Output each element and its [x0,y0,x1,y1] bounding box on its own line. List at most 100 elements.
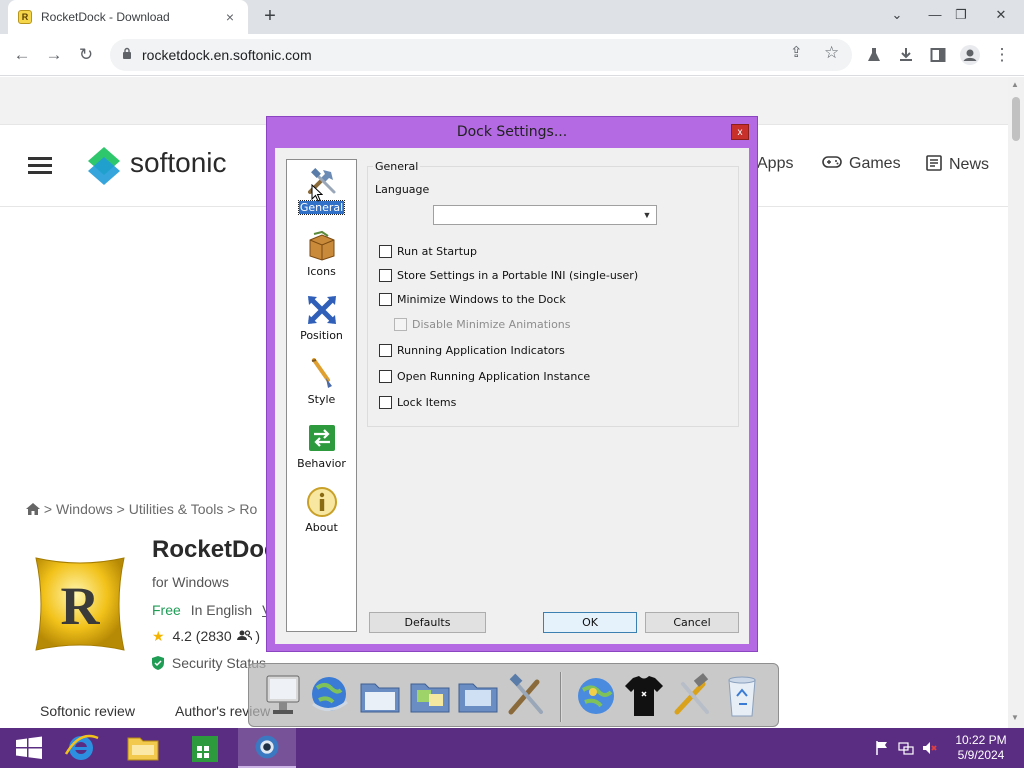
ok-button[interactable]: OK [543,612,637,633]
network-icon[interactable] [898,740,914,756]
breadcrumb: > Windows > Utilities & Tools > Ro [26,501,257,517]
new-tab-button[interactable]: + [258,5,282,29]
breadcrumb-separator: > [227,501,236,517]
nav-behavior-label: Behavior [297,457,346,470]
checkbox-box[interactable] [379,395,392,409]
start-icon[interactable] [0,728,58,768]
settings-nav-panel: General Icons Position Style Behavior Ab… [286,159,357,632]
browser-tab[interactable]: R RocketDock - Download × [8,0,248,34]
bookmark-star-icon[interactable]: ☆ [824,43,839,63]
app-rating[interactable]: ★ 4.2 (2830 ) [152,628,260,645]
folder-icon[interactable] [455,672,501,720]
license-free: Free [152,602,181,618]
scrollbar-thumb[interactable] [1012,97,1020,141]
nav-games[interactable]: Games [822,155,901,173]
rocketdock-taskbar-icon[interactable] [238,728,296,768]
open-running-instance-checkbox[interactable]: Open Running Application Instance [379,369,590,383]
nav-position[interactable]: Position [287,290,356,350]
checkbox-box[interactable] [379,292,392,306]
cancel-button[interactable]: Cancel [645,612,739,633]
defaults-button[interactable]: Defaults [369,612,486,633]
nav-apps[interactable]: Apps [757,155,793,173]
tshirt-icon[interactable] [621,672,667,720]
volume-muted-icon[interactable] [922,740,938,756]
download-icon[interactable] [893,42,919,68]
internet-explorer-icon[interactable] [52,728,110,768]
breadcrumb-utilities[interactable]: Utilities & Tools [129,501,224,517]
nav-icons[interactable]: Icons [287,226,356,286]
store-icon[interactable] [176,728,234,768]
app-license-row: Free In English V [152,602,271,618]
checkbox-label: Store Settings in a Portable INI (single… [397,268,639,282]
tools-icon[interactable] [669,672,715,720]
profile-avatar-icon[interactable] [957,42,983,68]
tools-icon[interactable] [503,672,549,720]
breadcrumb-rocketdock[interactable]: Ro [239,501,257,517]
globe-icon[interactable] [307,672,353,720]
breadcrumb-windows[interactable]: Windows [56,501,113,517]
folder-icon[interactable] [407,672,453,720]
tab-search-button[interactable]: ⌄ [882,0,912,34]
checkbox-box[interactable] [379,268,392,282]
language-label: Language [375,183,430,196]
tab-softonic-review[interactable]: Softonic review [40,703,135,719]
running-indicators-checkbox[interactable]: Running Application Indicators [379,343,565,357]
checkbox-box[interactable] [379,343,392,357]
run-at-startup-checkbox[interactable]: Run at Startup [379,244,477,258]
system-clock[interactable]: 10:22 PM 5/9/2024 [948,733,1014,763]
checkbox-label: Minimize Windows to the Dock [397,292,566,306]
action-center-flag-icon[interactable] [874,740,890,756]
back-button[interactable]: ← [9,42,35,68]
app-platform: for Windows [152,574,230,590]
globe-icon[interactable] [573,672,619,720]
checkbox-label: Disable Minimize Animations [412,317,571,331]
dialog-close-button[interactable]: x [731,124,749,140]
home-icon[interactable] [26,503,40,515]
lab-flask-icon[interactable] [861,42,887,68]
folder-icon[interactable] [357,672,403,720]
nav-games-label: Games [849,155,901,172]
chevron-down-icon[interactable]: ▼ [640,208,654,222]
browser-menu-icon[interactable]: ⋮ [989,42,1015,68]
scroll-up-icon[interactable]: ▲ [1011,80,1019,89]
reload-button[interactable]: ↻ [73,42,99,68]
nav-icons-label: Icons [307,265,336,278]
lock-icon[interactable] [122,47,132,59]
side-panel-icon[interactable] [925,42,951,68]
monitor-icon[interactable] [261,672,307,720]
address-bar[interactable]: rocketdock.en.softonic.com ⇪ ☆ [110,39,852,71]
rating-close: ) [255,628,261,644]
portable-ini-checkbox[interactable]: Store Settings in a Portable INI (single… [379,268,638,282]
mouse-cursor-icon [311,184,323,202]
checkbox-box[interactable] [379,244,392,258]
nav-behavior[interactable]: Behavior [287,418,356,478]
nav-news[interactable]: News [926,155,989,175]
arrows-icon [308,296,336,324]
hamburger-menu-icon[interactable] [28,157,52,175]
close-window-button[interactable]: ✕ [986,0,1016,34]
nav-about-label: About [305,521,338,534]
info-icon [307,487,337,517]
checkbox-box[interactable] [379,369,392,383]
tab-strip: R RocketDock - Download × + ⌄ — ❐ ✕ [0,0,1024,34]
lock-items-checkbox[interactable]: Lock Items [379,395,456,409]
clock-date: 5/9/2024 [957,748,1005,762]
file-explorer-icon[interactable] [114,728,172,768]
tab-close-icon[interactable]: × [222,9,238,25]
nav-general[interactable]: General [287,162,356,222]
recycle-bin-icon[interactable] [719,672,765,720]
minimize-to-dock-checkbox[interactable]: Minimize Windows to the Dock [379,292,566,306]
language-dropdown[interactable]: ▼ [433,205,657,225]
general-group-title: General [373,160,421,173]
restore-button[interactable]: ❐ [946,0,976,34]
forward-button[interactable]: → [41,42,67,68]
share-icon[interactable]: ⇪ [790,43,803,61]
softonic-logo-icon[interactable] [88,147,120,185]
url-text[interactable]: rocketdock.en.softonic.com [142,47,312,63]
scroll-down-icon[interactable]: ▼ [1011,713,1019,722]
page-scrollbar[interactable]: ▲ ▼ [1008,77,1024,728]
softonic-logo-text[interactable]: softonic [130,147,227,179]
svg-text:R: R [61,576,101,636]
nav-style[interactable]: Style [287,354,356,414]
nav-about[interactable]: About [287,482,356,542]
